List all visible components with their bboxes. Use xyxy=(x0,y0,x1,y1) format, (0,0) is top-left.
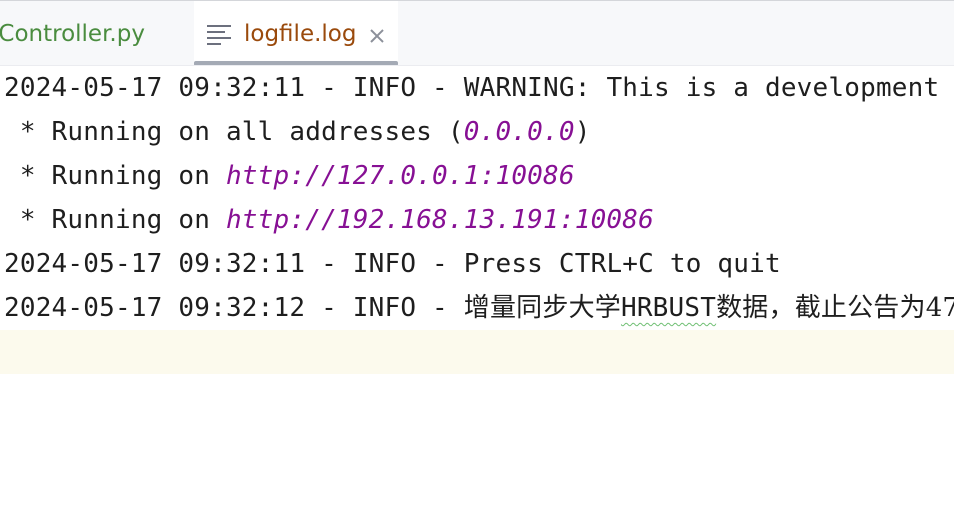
log-text: ) xyxy=(574,117,591,147)
log-text: * Running on xyxy=(4,161,226,191)
log-separator: - xyxy=(305,249,353,279)
log-separator: - xyxy=(305,73,353,103)
log-separator: - xyxy=(416,73,464,103)
log-text: * Running on xyxy=(4,205,226,235)
caret-line-highlight xyxy=(0,330,954,374)
log-separator: - xyxy=(305,293,353,323)
log-separator: - xyxy=(416,249,464,279)
log-timestamp: 2024-05-17 09:32:11 xyxy=(4,73,306,103)
log-text: * Running on all addresses ( xyxy=(4,117,464,147)
tab-controller-py[interactable]: lController.py xyxy=(0,1,194,65)
log-level: INFO xyxy=(352,73,417,103)
log-line: 2024-05-17 09:32:11 - INFO - Press CTRL+… xyxy=(4,242,781,286)
text-lines-icon xyxy=(206,23,232,45)
log-message: 数据，截止公告为47 xyxy=(716,293,954,323)
log-line: * Running on all addresses (0.0.0.0) xyxy=(4,110,591,154)
log-level: INFO xyxy=(352,249,417,279)
log-line: * Running on http://192.168.13.191:10086 xyxy=(4,198,654,242)
log-url-link[interactable]: http://192.168.13.191:10086 xyxy=(226,205,654,235)
log-url-link[interactable]: http://127.0.0.1:10086 xyxy=(226,161,575,191)
log-message: 增量同步大学 xyxy=(463,293,621,323)
log-line: * Running on http://127.0.0.1:10086 xyxy=(4,154,575,198)
log-address: 0.0.0.0 xyxy=(463,117,575,147)
log-separator: - xyxy=(416,293,464,323)
log-timestamp: 2024-05-17 09:32:11 xyxy=(4,249,306,279)
tab-label: logfile.log xyxy=(244,20,357,47)
tab-label: lController.py xyxy=(0,20,145,47)
close-icon[interactable] xyxy=(368,25,386,43)
tab-logfile-log[interactable]: logfile.log xyxy=(194,1,398,65)
editor-tab-bar: lController.py logfile.log xyxy=(0,0,954,66)
log-level: INFO xyxy=(352,293,417,323)
log-editor[interactable]: 2024-05-17 09:32:11 - INFO - WARNING: Th… xyxy=(0,66,954,527)
log-message: Press CTRL+C to quit xyxy=(463,249,781,279)
spellcheck-word: HRBUST xyxy=(620,293,717,323)
log-timestamp: 2024-05-17 09:32:12 xyxy=(4,293,306,323)
log-message: WARNING: This is a development xyxy=(463,73,940,103)
log-line: 2024-05-17 09:32:11 - INFO - WARNING: Th… xyxy=(4,66,939,110)
log-line: 2024-05-17 09:32:12 - INFO - 增量同步大学HRBUS… xyxy=(4,286,954,330)
